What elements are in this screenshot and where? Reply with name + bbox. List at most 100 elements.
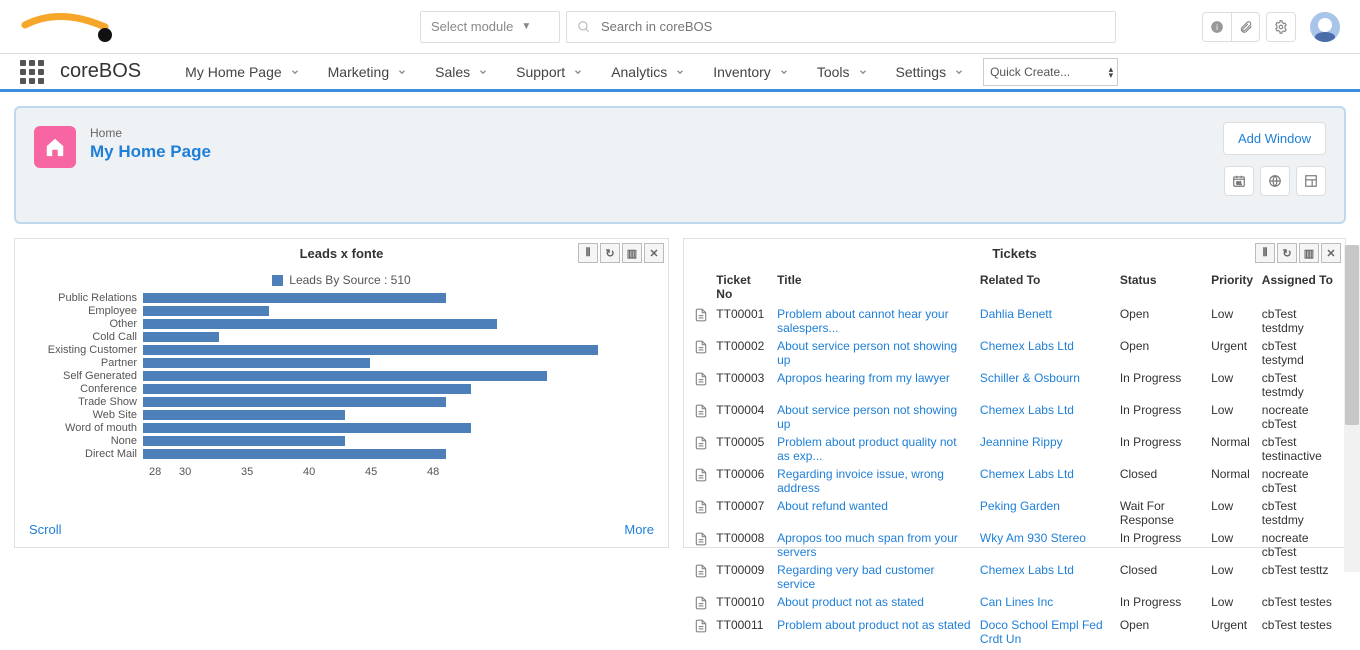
row-icon[interactable] <box>690 433 712 465</box>
row-icon[interactable] <box>690 616 712 648</box>
avatar[interactable] <box>1310 12 1340 42</box>
chart-icon[interactable]: ▥ <box>1299 243 1319 263</box>
document-icon <box>694 339 708 355</box>
document-icon <box>694 403 708 419</box>
menu-item-analytics[interactable]: Analytics <box>597 64 699 80</box>
ticket-link[interactable]: Apropos hearing from my lawyer <box>777 371 950 385</box>
calendar-icon[interactable]: 31 <box>1224 166 1254 196</box>
module-select[interactable]: Select module ▼ <box>420 11 560 43</box>
row-icon[interactable] <box>690 369 712 401</box>
settings-icon[interactable]: ⫴ <box>578 243 598 263</box>
ticket-related: Wky Am 930 Stereo <box>976 529 1116 561</box>
ticket-status: In Progress <box>1116 529 1207 561</box>
x-tick: 30 <box>179 466 241 478</box>
menu-item-marketing[interactable]: Marketing <box>314 64 421 80</box>
ticket-link[interactable]: About refund wanted <box>777 499 888 513</box>
row-icon[interactable] <box>690 497 712 529</box>
globe-icon[interactable] <box>1260 166 1290 196</box>
ticket-link[interactable]: Problem about cannot hear your salespers… <box>777 307 948 335</box>
menu-item-my home page[interactable]: My Home Page <box>171 64 313 80</box>
quick-create-label: Quick Create... <box>990 65 1070 79</box>
more-link[interactable]: More <box>624 522 654 537</box>
settings-icon[interactable] <box>1266 12 1296 42</box>
menu-item-inventory[interactable]: Inventory <box>699 64 803 80</box>
row-icon[interactable] <box>690 561 712 593</box>
search-input[interactable] <box>601 19 1105 34</box>
ticket-title: About service person not showing up <box>773 337 976 369</box>
bar-row: Existing Customer <box>35 343 648 356</box>
ticket-no: TT00011 <box>712 616 773 648</box>
ticket-link[interactable]: Regarding invoice issue, wrong address <box>777 467 944 495</box>
close-icon[interactable]: ✕ <box>1321 243 1341 263</box>
ticket-no: TT00004 <box>712 401 773 433</box>
table-row: TT00009Regarding very bad customer servi… <box>690 561 1339 593</box>
bar-label: Conference <box>35 383 143 395</box>
settings-icon[interactable]: ⫴ <box>1255 243 1275 263</box>
ticket-related: Doco School Empl Fed Crdt Un <box>976 616 1116 648</box>
widget-title: Tickets ⫴ ↻ ▥ ✕ <box>684 239 1345 267</box>
bar-row: Cold Call <box>35 330 648 343</box>
document-icon <box>694 563 708 579</box>
row-icon[interactable] <box>690 337 712 369</box>
bar-label: Cold Call <box>35 331 143 343</box>
quick-create-select[interactable]: Quick Create... ▴▾ <box>983 58 1118 86</box>
attachment-icon[interactable] <box>1231 13 1259 41</box>
row-icon[interactable] <box>690 529 712 561</box>
ticket-link[interactable]: About service person not showing up <box>777 403 957 431</box>
apps-launcher-icon[interactable] <box>20 60 44 84</box>
row-icon[interactable] <box>690 465 712 497</box>
bar-fill <box>143 423 471 433</box>
info-icon[interactable]: i <box>1203 13 1231 41</box>
ticket-link[interactable]: Problem about product quality not as exp… <box>777 435 956 463</box>
row-icon[interactable] <box>690 305 712 337</box>
related-link[interactable]: Chemex Labs Ltd <box>980 339 1074 353</box>
scroll-thumb[interactable] <box>1345 245 1359 425</box>
col-header: Ticket No <box>712 269 773 305</box>
menu-item-sales[interactable]: Sales <box>421 64 502 80</box>
page-scrollbar[interactable] <box>1344 245 1360 572</box>
bar-label: Employee <box>35 305 143 317</box>
related-link[interactable]: Chemex Labs Ltd <box>980 467 1074 481</box>
bar-row: Word of mouth <box>35 421 648 434</box>
row-icon[interactable] <box>690 593 712 616</box>
add-window-button[interactable]: Add Window <box>1223 122 1326 155</box>
row-icon[interactable] <box>690 401 712 433</box>
ticket-table: Ticket NoTitleRelated ToStatusPriorityAs… <box>690 269 1339 648</box>
bar-track <box>143 371 648 381</box>
ticket-link[interactable]: Regarding very bad customer service <box>777 563 934 591</box>
close-icon[interactable]: ✕ <box>644 243 664 263</box>
chart-icon[interactable]: ▥ <box>622 243 642 263</box>
related-link[interactable]: Jeannine Rippy <box>980 435 1063 449</box>
related-link[interactable]: Wky Am 930 Stereo <box>980 531 1086 545</box>
layout-icon[interactable] <box>1296 166 1326 196</box>
related-link[interactable]: Doco School Empl Fed Crdt Un <box>980 618 1103 646</box>
ticket-no: TT00002 <box>712 337 773 369</box>
related-link[interactable]: Chemex Labs Ltd <box>980 403 1074 417</box>
ticket-link[interactable]: About product not as stated <box>777 595 924 609</box>
related-link[interactable]: Dahlia Benett <box>980 307 1052 321</box>
table-row: TT00008Apropos too much span from your s… <box>690 529 1339 561</box>
bar-label: None <box>35 435 143 447</box>
ticket-related: Chemex Labs Ltd <box>976 465 1116 497</box>
scroll-link[interactable]: Scroll <box>29 522 62 537</box>
bar-fill <box>143 397 446 407</box>
related-link[interactable]: Can Lines Inc <box>980 595 1053 609</box>
ticket-status: Open <box>1116 337 1207 369</box>
ticket-status: In Progress <box>1116 593 1207 616</box>
ticket-link[interactable]: Problem about product not as stated <box>777 618 970 632</box>
ticket-link[interactable]: Apropos too much span from your servers <box>777 531 958 559</box>
ticket-link[interactable]: About service person not showing up <box>777 339 957 367</box>
col-header: Assigned To <box>1258 269 1339 305</box>
search-box[interactable] <box>566 11 1116 43</box>
menu-item-settings[interactable]: Settings <box>882 64 979 80</box>
refresh-icon[interactable]: ↻ <box>1277 243 1297 263</box>
related-link[interactable]: Chemex Labs Ltd <box>980 563 1074 577</box>
document-icon <box>694 595 708 611</box>
menu-item-support[interactable]: Support <box>502 64 597 80</box>
refresh-icon[interactable]: ↻ <box>600 243 620 263</box>
related-link[interactable]: Peking Garden <box>980 499 1060 513</box>
menu-item-tools[interactable]: Tools <box>803 64 882 80</box>
module-select-label: Select module <box>431 19 513 34</box>
ticket-table-header: Ticket NoTitleRelated ToStatusPriorityAs… <box>690 269 1339 305</box>
related-link[interactable]: Schiller & Osbourn <box>980 371 1080 385</box>
